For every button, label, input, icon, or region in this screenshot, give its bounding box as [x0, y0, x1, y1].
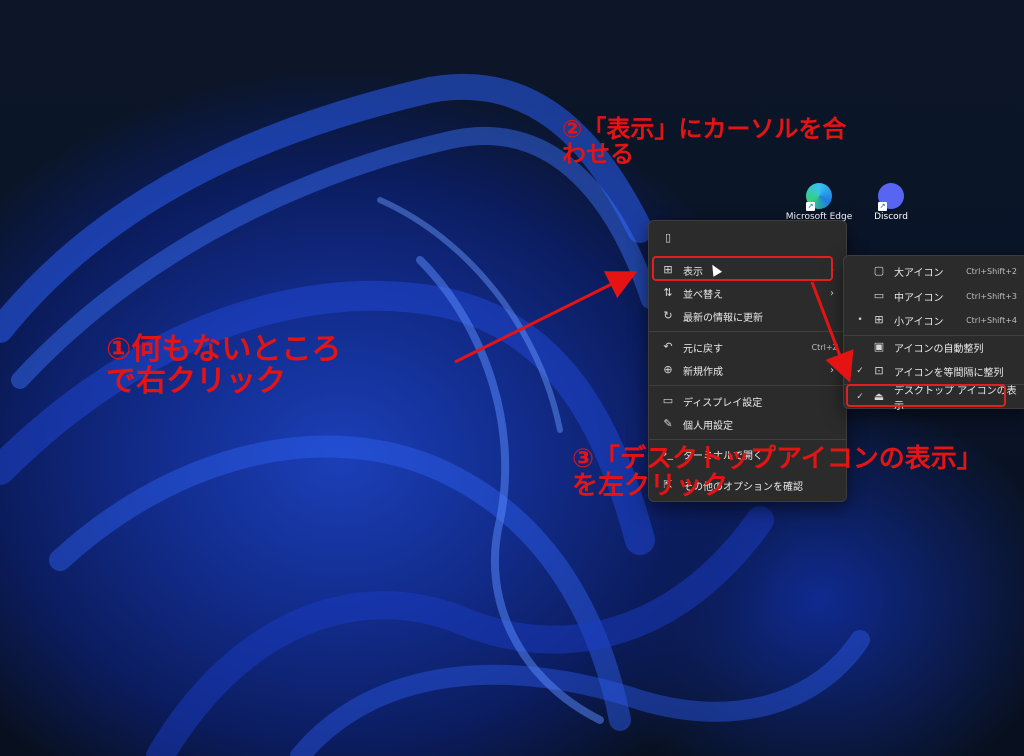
edge-icon: ↗ [806, 183, 832, 211]
add-icon: ⊕ [663, 363, 673, 376]
shortcut-arrow-icon: ↗ [878, 202, 887, 211]
refresh-icon: ↻ [663, 309, 673, 322]
menu-item-refresh[interactable]: ↻ 最新の情報に更新 [653, 305, 842, 327]
monitor-medium-icon: ▭ [873, 289, 885, 302]
menu-item-personalize[interactable]: ✎ 個人用設定 [653, 413, 842, 435]
auto-arrange-icon: ▣ [873, 340, 885, 353]
menu-divider [649, 385, 846, 386]
menu-item-new[interactable]: ⊕ 新規作成 › [653, 359, 842, 381]
desktop-icon-label: Discord [874, 212, 908, 222]
submenu-item-align-to-grid[interactable]: ✓ ⊡ アイコンを等間隔に整列 [848, 360, 1021, 382]
shortcut-arrow-icon: ↗ [806, 202, 815, 211]
highlight-box-show-desktop-icons [846, 384, 1006, 407]
menu-divider [649, 331, 846, 332]
submenu-item-medium-icons[interactable]: ▭ 中アイコン Ctrl+Shift+3 [848, 285, 1021, 307]
align-grid-icon: ⊡ [874, 364, 884, 377]
desktop-icon-edge[interactable]: ↗ Microsoft Edge [784, 183, 854, 222]
annotation-step1: ①何もないところ で右クリック [106, 332, 342, 399]
desktop-icon-discord[interactable]: ↗ Discord [856, 183, 926, 222]
undo-icon: ↶ [663, 340, 673, 353]
menu-item-sort[interactable]: ⇅ 並べ替え › [653, 282, 842, 304]
submenu-item-large-icons[interactable]: ▢ 大アイコン Ctrl+Shift+2 [848, 260, 1021, 282]
submenu-item-auto-arrange[interactable]: ▣ アイコンの自動整列 [848, 336, 1021, 358]
highlight-box-view [652, 256, 833, 281]
monitor-large-icon: ▢ [873, 264, 885, 277]
menu-divider [649, 439, 846, 440]
display-icon: ▭ [662, 394, 674, 407]
annotation-step2: ②「表示」にカーソルを合 わせる [562, 115, 847, 169]
menu-item-display-settings[interactable]: ▭ ディスプレイ設定 [653, 390, 842, 412]
menu-item-paste[interactable]: ▯ [653, 227, 842, 249]
brush-icon: ✎ [663, 417, 673, 430]
discord-icon: ↗ [878, 183, 904, 211]
paste-icon: ▯ [664, 231, 672, 244]
chevron-right-icon: › [830, 364, 834, 376]
sort-icon: ⇅ [663, 286, 673, 299]
submenu-item-small-icons[interactable]: • ⊞ 小アイコン Ctrl+Shift+4 [848, 309, 1021, 331]
chevron-right-icon: › [830, 287, 834, 299]
menu-item-undo[interactable]: ↶ 元に戻す Ctrl+Z [653, 336, 842, 358]
grid-small-icon: ⊞ [874, 313, 884, 326]
annotation-step3: ③「デスクトップアイコンの表示」 を左クリック [572, 444, 983, 502]
